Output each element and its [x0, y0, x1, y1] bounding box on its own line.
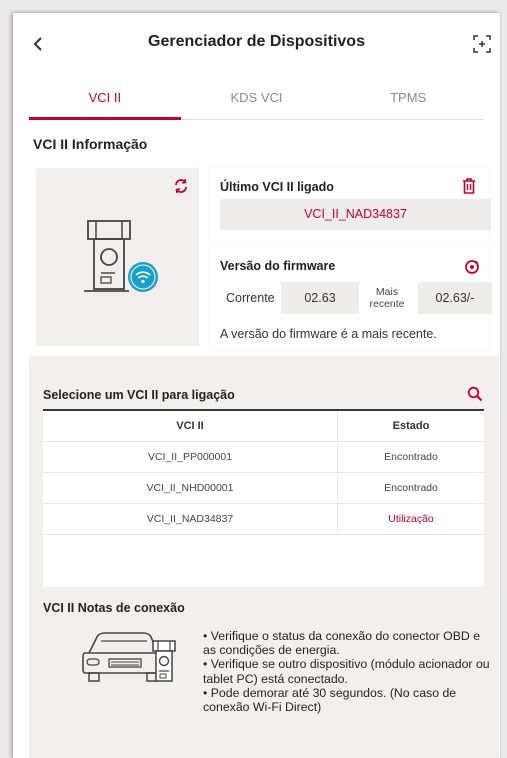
- note-line: • Verifique se outro dispositivo (módulo…: [203, 657, 490, 686]
- tab-vci-ii[interactable]: VCI II: [29, 77, 181, 120]
- update-icon: [465, 260, 479, 274]
- column-header-vci: VCI II: [43, 411, 338, 441]
- header-bar: Gerenciador de Dispositivos: [13, 13, 500, 75]
- refresh-icon: [175, 178, 187, 194]
- select-vci-panel: Selecione um VCI II para ligação VCI II …: [29, 356, 499, 758]
- app-window: Gerenciador de Dispositivos VCI II KDS V…: [13, 13, 500, 758]
- search-button[interactable]: [467, 386, 483, 402]
- vci-status-cell: Encontrado: [384, 482, 438, 494]
- table-row[interactable]: VCI_II_NAD34837 Utilização: [43, 504, 484, 535]
- current-version-value: 02.63: [281, 282, 359, 314]
- last-connected-label: Último VCI II ligado: [220, 180, 334, 194]
- expand-button[interactable]: [472, 34, 492, 54]
- vci-name-cell: VCI_II_PP000001: [43, 442, 338, 472]
- latest-version-label: Mais recente: [369, 286, 405, 310]
- column-header-status: Estado: [392, 420, 430, 432]
- firmware-update-button[interactable]: [464, 259, 480, 275]
- current-version-label: Corrente: [226, 291, 275, 305]
- car-connection-icon: [82, 632, 176, 682]
- note-line: • Pode demorar até 30 segundos. (No caso…: [203, 685, 457, 715]
- table-header-row: VCI II Estado: [43, 411, 484, 442]
- vci-status-cell: Utilização: [388, 513, 434, 525]
- tab-kds-vci[interactable]: KDS VCI: [181, 77, 333, 119]
- expand-icon: [473, 35, 491, 53]
- refresh-button[interactable]: [173, 178, 189, 194]
- last-connected-card: Último VCI II ligado VCI_II_NAD34837: [209, 168, 491, 240]
- vci-status-cell: Encontrado: [384, 451, 438, 463]
- table-row[interactable]: VCI_II_PP000001 Encontrado: [43, 442, 484, 473]
- vci-table: VCI II Estado VCI_II_PP000001 Encontrado…: [43, 409, 484, 587]
- latest-version-value: 02.63/-: [418, 282, 492, 314]
- last-connected-value: VCI_II_NAD34837: [220, 199, 491, 230]
- info-section-title: VCI II Informação: [33, 136, 148, 152]
- device-image-panel: [36, 168, 199, 346]
- trash-icon: [463, 178, 475, 194]
- page-title: Gerenciador de Dispositivos: [148, 33, 365, 50]
- firmware-card: Versão do firmware Corrente 02.63 Mais r…: [209, 247, 492, 350]
- connection-notes-title: VCI II Notas de conexão: [43, 601, 185, 615]
- delete-button[interactable]: [462, 178, 476, 194]
- tab-bar: VCI II KDS VCI TPMS: [29, 77, 484, 120]
- select-vci-title: Selecione um VCI II para ligação: [43, 388, 235, 402]
- connection-notes-text: • Verifique o status da conexão do conec…: [203, 629, 493, 714]
- firmware-label: Versão do firmware: [220, 259, 336, 273]
- vci-name-cell: VCI_II_NAD34837: [43, 504, 338, 534]
- note-line: • Verifique o status da conexão do conec…: [203, 629, 481, 658]
- vci-name-cell: VCI_II_NHD00001: [43, 473, 338, 503]
- firmware-status-message: A versão do firmware é a mais recente.: [220, 327, 437, 341]
- table-row[interactable]: VCI_II_NHD00001 Encontrado: [43, 473, 484, 504]
- vci-device-icon: [84, 220, 158, 292]
- tab-tpms[interactable]: TPMS: [332, 77, 484, 119]
- search-icon: [467, 386, 483, 402]
